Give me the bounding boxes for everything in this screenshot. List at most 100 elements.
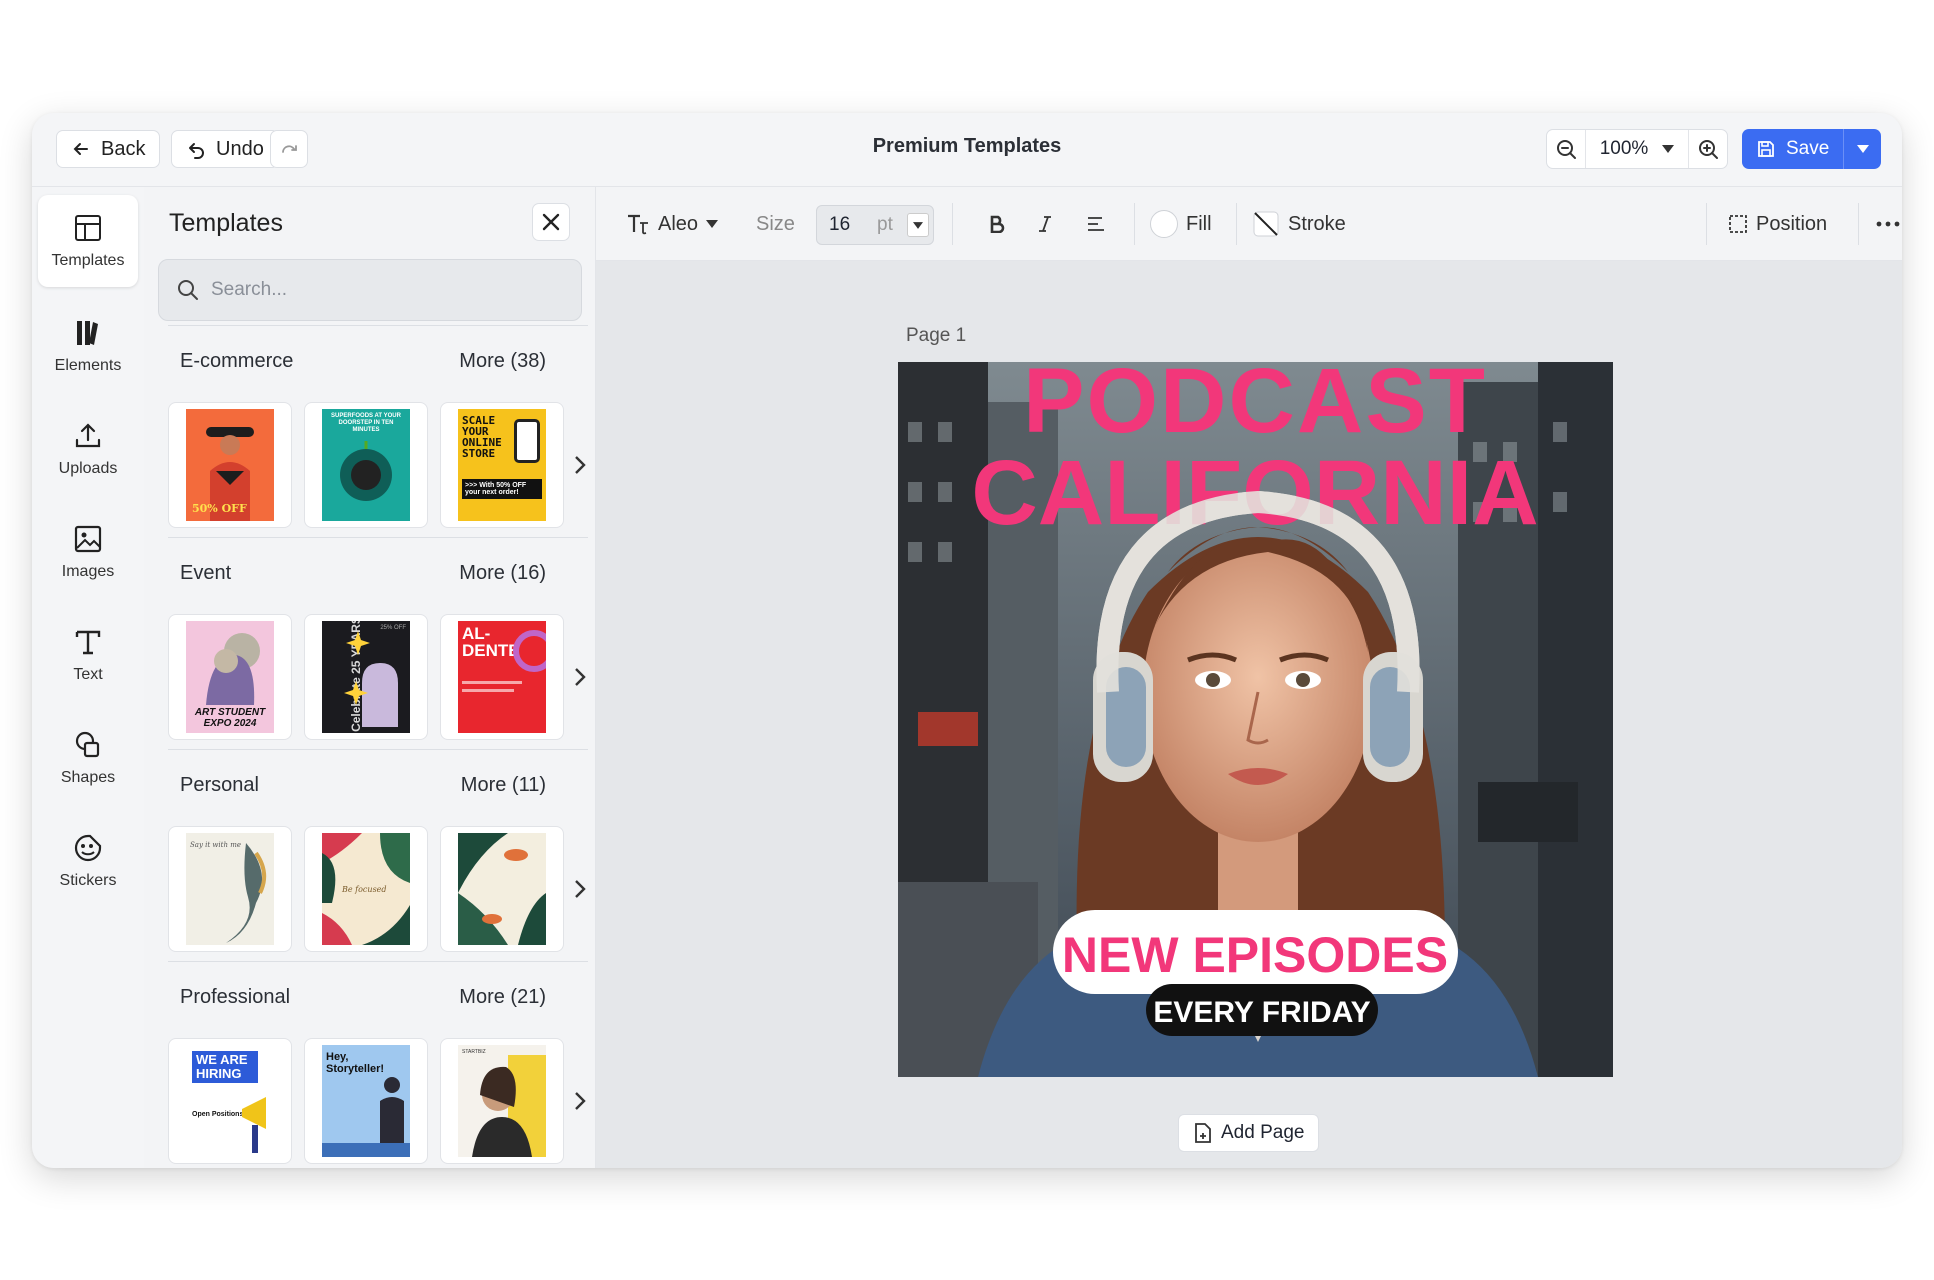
rail-item-images[interactable]: Images bbox=[38, 506, 138, 598]
zoom-in-icon bbox=[1699, 140, 1718, 159]
more-link[interactable]: More (38) bbox=[459, 350, 572, 373]
italic-button[interactable] bbox=[1038, 205, 1052, 243]
rail-item-templates[interactable]: Templates bbox=[38, 195, 138, 287]
divider bbox=[952, 203, 953, 245]
caret-down-icon bbox=[1662, 145, 1675, 153]
text-icon bbox=[75, 630, 101, 655]
rail-item-label: Uploads bbox=[58, 460, 118, 477]
save-label: Save bbox=[1786, 138, 1830, 159]
template-thumbnails: Say it with me Be focused bbox=[168, 826, 588, 954]
rail-item-elements[interactable]: Elements bbox=[38, 300, 138, 392]
templates-icon bbox=[75, 215, 101, 241]
template-thumbnail[interactable]: ART STUDENT EXPO 2024 bbox=[168, 614, 292, 740]
stroke-button[interactable]: Stroke bbox=[1252, 205, 1346, 243]
thumbnail-art: ART STUDENT EXPO 2024 bbox=[186, 621, 274, 733]
undo-label: Undo bbox=[216, 137, 264, 160]
redo-button[interactable] bbox=[270, 130, 308, 168]
more-icon bbox=[1876, 221, 1900, 227]
fill-button[interactable]: Fill bbox=[1150, 205, 1212, 243]
add-page-button[interactable]: Add Page bbox=[1178, 1114, 1320, 1152]
rail-item-uploads[interactable]: Uploads bbox=[38, 403, 138, 495]
scroll-right-button[interactable] bbox=[568, 450, 592, 480]
design-artboard[interactable]: PODCAST CALIFORNIA NEW EPISODES EVERY FR… bbox=[898, 362, 1613, 1077]
shapes-icon bbox=[75, 731, 100, 758]
pill-2-text: EVERY FRIDAY bbox=[1153, 996, 1370, 1029]
align-button[interactable] bbox=[1086, 205, 1106, 243]
template-thumbnail[interactable] bbox=[440, 826, 564, 952]
divider bbox=[1134, 203, 1135, 245]
more-options-button[interactable] bbox=[1876, 205, 1900, 243]
divider bbox=[168, 749, 588, 750]
thumbnail-text: Be focused bbox=[342, 885, 387, 894]
search-box bbox=[158, 259, 582, 321]
search-icon bbox=[178, 280, 198, 300]
section-title: Professional bbox=[180, 985, 291, 1008]
rail-item-shapes[interactable]: Shapes bbox=[38, 712, 138, 804]
chevron-right-icon bbox=[575, 880, 586, 898]
bold-button[interactable] bbox=[989, 205, 1005, 243]
headline-1: PODCAST bbox=[1023, 362, 1487, 452]
panel-title: Templates bbox=[169, 209, 283, 237]
portrait-graphic bbox=[472, 1055, 546, 1157]
divider bbox=[168, 961, 588, 962]
template-thumbnail[interactable]: 50% OFF bbox=[168, 402, 292, 528]
page-label: Page 1 bbox=[906, 325, 967, 346]
thumbnail-text: SCALE YOUR ONLINE STORE bbox=[462, 414, 502, 460]
zoom-select[interactable]: 100% bbox=[1585, 130, 1689, 168]
format-toolbar: Aleo Size 16 pt Fill Stroke Position bbox=[596, 187, 1902, 261]
caret-down-icon bbox=[913, 221, 923, 229]
template-thumbnail[interactable]: SUPERFOODS AT YOUR DOORSTEP IN TEN MINUT… bbox=[304, 402, 428, 528]
template-thumbnail[interactable]: STARTBIZ bbox=[440, 1038, 564, 1164]
zoom-in-button[interactable] bbox=[1689, 130, 1727, 168]
upload-icon bbox=[75, 423, 101, 448]
font-size-value: 16 bbox=[829, 214, 851, 235]
divider bbox=[168, 537, 588, 538]
more-link[interactable]: More (16) bbox=[459, 562, 572, 585]
close-panel-button[interactable] bbox=[532, 203, 570, 241]
caret-down-icon bbox=[706, 220, 719, 228]
thumbnail-text: 50% OFF bbox=[192, 502, 247, 515]
close-icon bbox=[542, 213, 560, 231]
thumbnail-art: STARTBIZ bbox=[458, 1045, 546, 1157]
scroll-right-button[interactable] bbox=[568, 874, 592, 904]
scroll-right-button[interactable] bbox=[568, 1086, 592, 1116]
template-thumbnail[interactable]: WE ARE HIRING Open Positions bbox=[168, 1038, 292, 1164]
template-thumbnail[interactable]: SCALE YOUR ONLINE STORE >>> With 50% OFF… bbox=[440, 402, 564, 528]
back-button[interactable]: Back bbox=[56, 130, 161, 168]
undo-button[interactable]: Undo bbox=[171, 130, 279, 168]
fruit-graphic bbox=[340, 441, 392, 501]
template-thumbnail[interactable]: Be focused bbox=[304, 826, 428, 952]
more-link[interactable]: More (11) bbox=[461, 774, 572, 797]
more-link[interactable]: More (21) bbox=[459, 986, 572, 1009]
chevron-right-icon bbox=[575, 668, 586, 686]
font-size-dropdown[interactable] bbox=[907, 213, 929, 237]
rail-item-label: Text bbox=[73, 666, 103, 683]
add-page-icon bbox=[1195, 1123, 1211, 1143]
rail-item-label: Templates bbox=[51, 252, 125, 269]
divider bbox=[1236, 203, 1237, 245]
font-size-unit: pt bbox=[877, 214, 893, 235]
template-thumbnail[interactable]: AL- DENTE bbox=[440, 614, 564, 740]
save-button[interactable]: Save bbox=[1742, 129, 1843, 169]
fill-swatch bbox=[1150, 210, 1178, 238]
font-icon bbox=[628, 214, 648, 235]
rail-item-text[interactable]: Text bbox=[38, 609, 138, 701]
thumbnail-art: AL- DENTE bbox=[458, 621, 546, 733]
elements-icon bbox=[77, 321, 98, 345]
search-input[interactable] bbox=[211, 279, 571, 301]
thumbnail-art bbox=[458, 833, 546, 945]
save-options-button[interactable] bbox=[1843, 129, 1881, 169]
template-thumbnail[interactable]: Say it with me bbox=[168, 826, 292, 952]
thumbnail-art: SCALE YOUR ONLINE STORE >>> With 50% OFF… bbox=[458, 409, 546, 521]
rail-item-stickers[interactable]: Stickers bbox=[38, 815, 138, 907]
rail-item-label: Shapes bbox=[60, 769, 116, 786]
section-header: Event More (16) bbox=[168, 543, 572, 603]
font-size-input[interactable]: 16 pt bbox=[816, 205, 934, 245]
template-thumbnail[interactable]: Celebrate 25 YEARS 25% OFF bbox=[304, 614, 428, 740]
zoom-out-button[interactable] bbox=[1547, 130, 1585, 168]
save-button-group: Save bbox=[1742, 129, 1882, 169]
template-thumbnail[interactable]: Hey, Storyteller! bbox=[304, 1038, 428, 1164]
position-button[interactable]: Position bbox=[1728, 205, 1827, 243]
scroll-right-button[interactable] bbox=[568, 662, 592, 692]
font-select[interactable]: Aleo bbox=[626, 205, 719, 243]
